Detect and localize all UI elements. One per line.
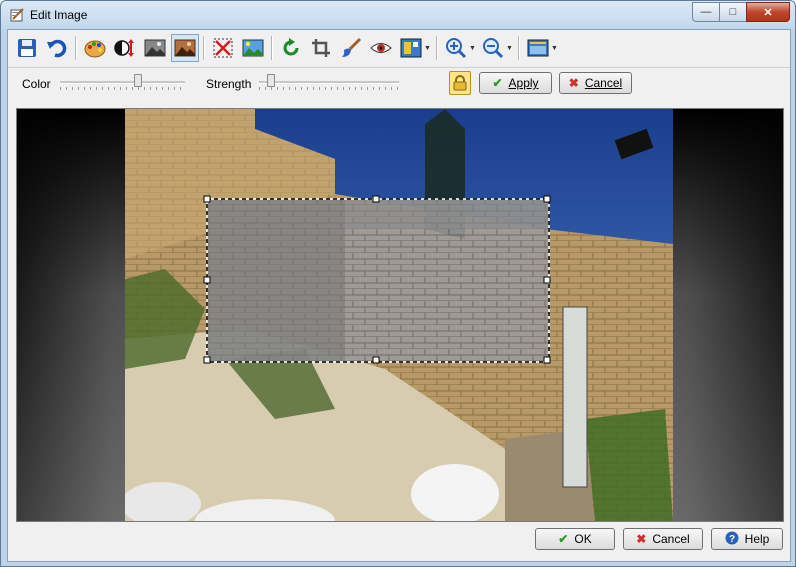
rotate-button[interactable] — [277, 34, 305, 62]
toolbar: ▼ ▼ ▼ ▼ — [12, 32, 560, 64]
display-dropdown-arrow[interactable]: ▼ — [551, 45, 558, 52]
clear-selection-icon — [213, 38, 233, 58]
zoom-out-icon — [483, 38, 504, 59]
separator — [271, 36, 273, 60]
rotate-icon — [283, 38, 299, 56]
zoom-out-dropdown-arrow[interactable]: ▼ — [506, 45, 513, 52]
contrast-button[interactable] — [111, 34, 139, 62]
options-cancel-button[interactable]: ✖ Cancel — [559, 72, 632, 94]
undo-button[interactable] — [43, 34, 71, 62]
zoom-in-dropdown-arrow[interactable]: ▼ — [469, 45, 476, 52]
crop-button[interactable] — [307, 34, 335, 62]
minimize-button[interactable]: — — [692, 2, 720, 22]
save-icon — [18, 39, 36, 57]
close-button[interactable]: ✕ — [746, 2, 790, 22]
red-eye-icon — [370, 43, 392, 53]
strength-slider-thumb[interactable] — [267, 74, 275, 87]
apply-button[interactable]: ✔ Apply — [479, 72, 552, 94]
sepia-icon — [174, 39, 196, 57]
strength-label: Strength — [206, 77, 252, 91]
title-bar[interactable]: Edit Image — □ ✕ — [1, 1, 795, 29]
frame-icon — [400, 38, 422, 58]
cancel-button[interactable]: ✖ Cancel — [623, 528, 703, 550]
edit-image-icon — [9, 7, 25, 23]
svg-text:?: ? — [729, 534, 735, 545]
help-icon: ? — [725, 531, 739, 548]
maximize-button[interactable]: □ — [719, 2, 747, 22]
grayscale-button[interactable] — [141, 34, 169, 62]
auto-enhance-button[interactable] — [239, 34, 267, 62]
color-slider-thumb[interactable] — [134, 74, 142, 87]
zoom-in-button[interactable] — [442, 34, 470, 62]
frame-button[interactable] — [397, 34, 425, 62]
color-button[interactable] — [81, 34, 109, 62]
window-title: Edit Image — [30, 8, 88, 22]
x-icon: ✖ — [636, 532, 647, 546]
save-button[interactable] — [13, 34, 41, 62]
help-label: Help — [744, 532, 770, 546]
landscape-icon — [242, 39, 264, 57]
crop-icon — [312, 39, 330, 57]
display-button[interactable] — [524, 34, 552, 62]
palette-icon — [84, 40, 106, 58]
frame-dropdown-arrow[interactable]: ▼ — [424, 45, 431, 52]
zoom-in-icon — [446, 38, 467, 59]
color-slider[interactable] — [60, 74, 185, 90]
color-label: Color — [22, 77, 51, 91]
brush-icon — [342, 37, 362, 57]
lock-button[interactable] — [449, 71, 471, 95]
help-button[interactable]: ? Help — [711, 528, 783, 550]
cancel-label: Cancel — [652, 532, 690, 546]
x-icon: ✖ — [568, 76, 579, 90]
options-cancel-label: Cancel — [584, 76, 623, 90]
separator — [75, 36, 77, 60]
check-icon: ✔ — [492, 76, 503, 90]
separator — [518, 36, 520, 60]
separator — [436, 36, 438, 60]
red-eye-button[interactable] — [367, 34, 395, 62]
contrast-icon — [114, 39, 134, 57]
photo — [125, 109, 673, 521]
zoom-out-button[interactable] — [479, 34, 507, 62]
image-canvas[interactable] — [16, 108, 784, 522]
options-bar: Color Strength ✔ Apply ✖ Cancel — [8, 67, 790, 98]
undo-icon — [47, 39, 67, 58]
apply-label: Apply — [508, 76, 539, 90]
check-icon: ✔ — [558, 532, 569, 546]
edit-image-window: Edit Image — □ ✕ ▼ ▼ ▼ ▼ Color Strength … — [0, 0, 796, 567]
separator — [203, 36, 205, 60]
ok-label: OK — [574, 532, 592, 546]
clear-selection-button[interactable] — [209, 34, 237, 62]
sepia-button[interactable] — [171, 34, 199, 62]
strength-slider[interactable] — [259, 74, 399, 90]
display-icon — [527, 39, 549, 57]
lock-icon — [453, 75, 467, 91]
brush-button[interactable] — [337, 34, 365, 62]
dialog-client: ▼ ▼ ▼ ▼ Color Strength ✔ Apply ✖ Cancel … — [7, 29, 791, 562]
ok-button[interactable]: ✔ OK — [535, 528, 615, 550]
grayscale-icon — [144, 39, 166, 57]
